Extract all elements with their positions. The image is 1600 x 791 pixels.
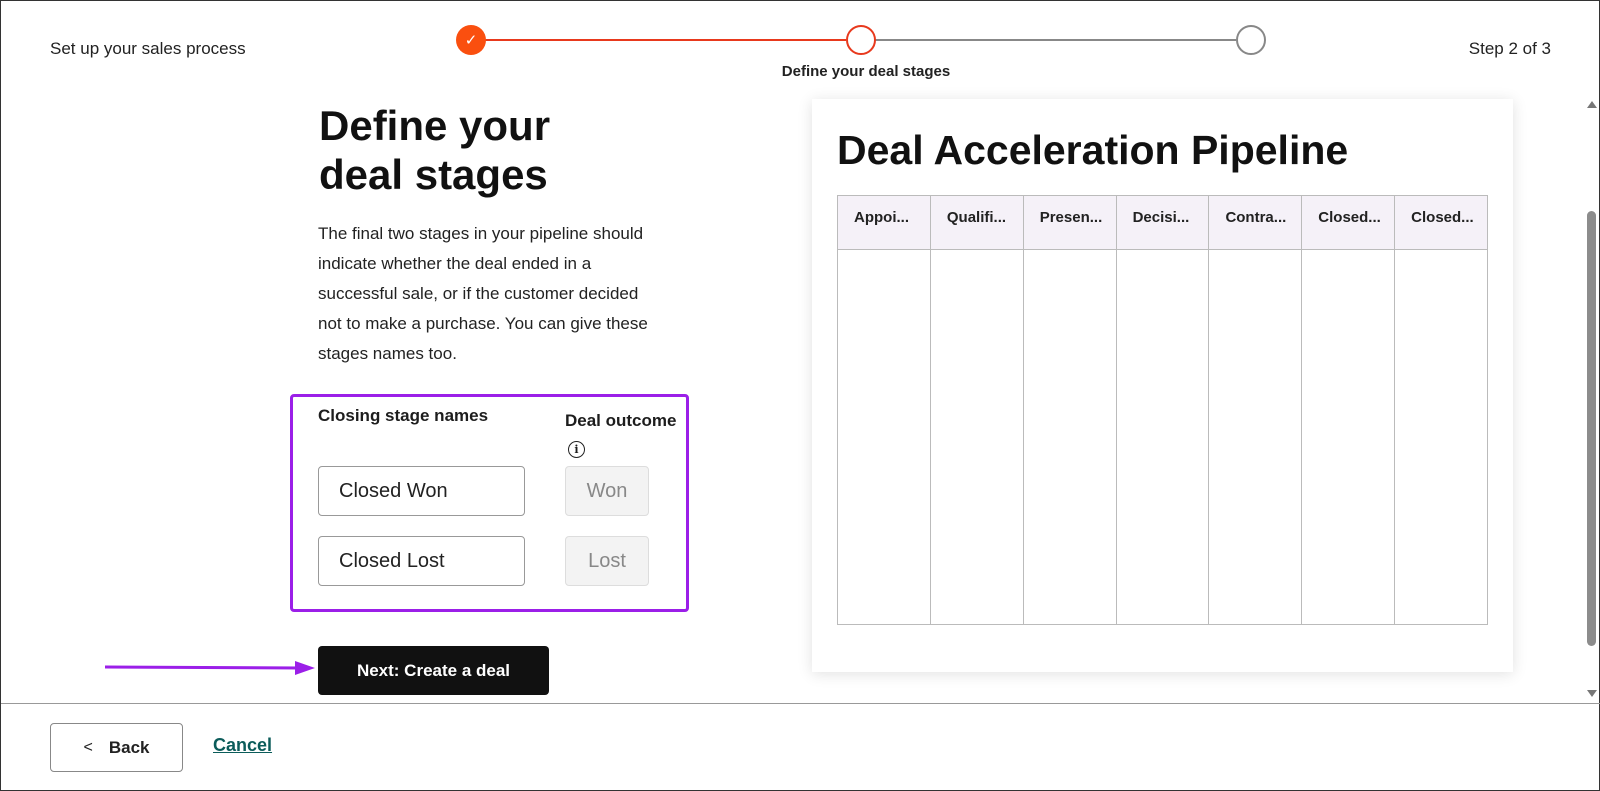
scrollbar-thumb[interactable]	[1587, 211, 1596, 646]
closed-won-name-input[interactable]	[318, 466, 525, 516]
won-outcome-field: Won	[565, 466, 649, 516]
deal-outcome-text: Deal outcome	[565, 411, 677, 430]
next-create-deal-button[interactable]: Next: Create a deal	[318, 646, 549, 695]
pipeline-column-header: Closed...	[1395, 196, 1488, 250]
page-title: Define your deal stages	[319, 102, 551, 198]
pipeline-column-header: Presen...	[1023, 196, 1116, 250]
pipeline-column: Appoi...	[838, 196, 931, 624]
step-3-pending-icon	[1236, 25, 1266, 55]
back-button[interactable]: < Back	[50, 723, 183, 772]
pipeline-column: Qualifi...	[930, 196, 1024, 624]
header-title: Set up your sales process	[50, 39, 246, 58]
stepper-line-pending	[861, 39, 1236, 41]
step-1-complete-icon: ✓	[456, 25, 486, 55]
scroll-up-icon[interactable]	[1587, 101, 1597, 108]
deal-outcome-label: Deal outcome i	[565, 406, 685, 464]
cancel-link[interactable]: Cancel	[213, 735, 272, 756]
pipeline-column: Closed...	[1395, 196, 1488, 624]
closing-stage-names-label: Closing stage names	[318, 406, 489, 425]
pipeline-column-header: Contra...	[1209, 196, 1302, 250]
pipeline-column-header: Closed...	[1302, 196, 1395, 250]
intro-text: The final two stages in your pipeline sh…	[318, 224, 648, 363]
pointer-arrow-icon	[105, 661, 315, 675]
stepper-line-complete	[476, 39, 846, 41]
current-step-label: Define your deal stages	[781, 63, 951, 80]
step-count: Step 2 of 3	[1468, 39, 1551, 58]
pipeline-table: Appoi... Qualifi... Presen... Decisi... …	[837, 195, 1488, 625]
footer-divider	[1, 703, 1600, 704]
closed-lost-name-input[interactable]	[318, 536, 525, 586]
info-icon[interactable]: i	[568, 441, 585, 458]
scroll-down-icon[interactable]	[1587, 690, 1597, 697]
pipeline-title: Deal Acceleration Pipeline	[837, 127, 1349, 173]
pipeline-column-header: Appoi...	[838, 196, 930, 250]
pipeline-column: Contra...	[1209, 196, 1303, 624]
pipeline-preview-card: Deal Acceleration Pipeline Appoi... Qual…	[812, 99, 1513, 672]
pipeline-column-header: Decisi...	[1116, 196, 1209, 250]
step-2-current-icon	[846, 25, 876, 55]
pipeline-column-header: Qualifi...	[930, 196, 1023, 250]
progress-stepper: ✓ Define your deal stages	[456, 21, 1266, 91]
scrollbar[interactable]	[1585, 99, 1599, 699]
back-button-label: Back	[108, 737, 150, 757]
pipeline-column: Closed...	[1302, 196, 1396, 624]
lost-outcome-field: Lost	[565, 536, 649, 586]
pipeline-column: Decisi...	[1116, 196, 1210, 624]
pipeline-column: Presen...	[1023, 196, 1117, 624]
chevron-left-icon: <	[83, 738, 93, 756]
